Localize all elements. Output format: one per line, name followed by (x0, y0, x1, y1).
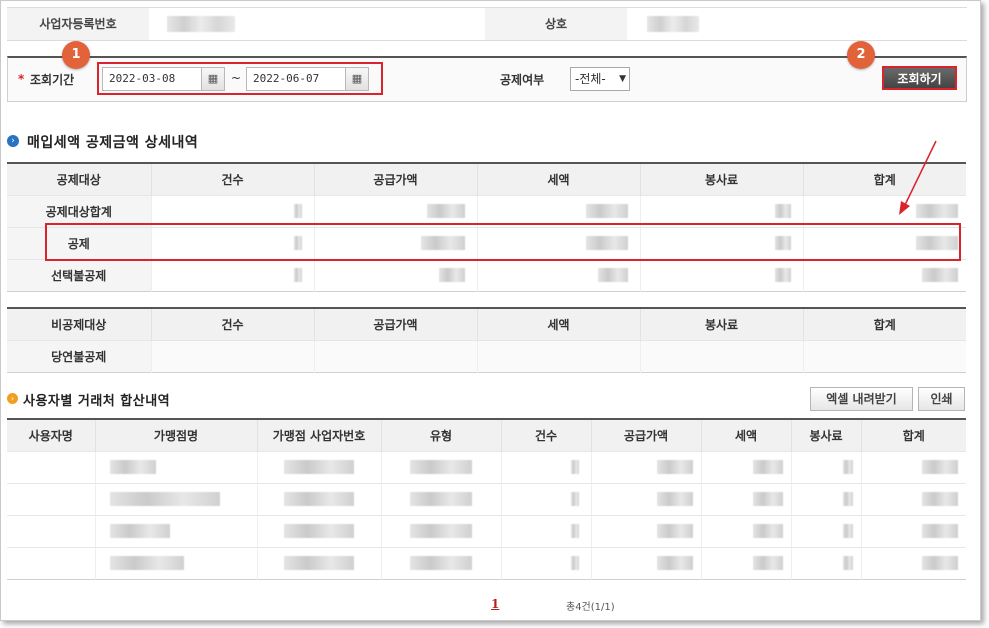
row-label: 당연불공제 (7, 339, 151, 372)
table-row (7, 546, 966, 579)
annotation-arrow (899, 140, 937, 215)
col-header: 세액 (476, 163, 640, 195)
arrow-right-icon: › (7, 393, 18, 404)
row-label: 선택불공제 (7, 258, 151, 291)
biz-no-value (167, 16, 235, 32)
col-header: 비공제대상 (7, 308, 151, 340)
col-header: 건수 (150, 163, 314, 195)
excel-download-button[interactable]: 엑셀 내려받기 (810, 387, 913, 411)
col-header: 가맹점명 (94, 419, 257, 451)
section3-title: 사용자별 거래처 합산내역 (23, 394, 171, 409)
table-row (7, 482, 966, 515)
col-header: 건수 (500, 419, 591, 451)
col-header: 건수 (150, 308, 314, 340)
biz-no-label: 사업자등록번호 (7, 8, 149, 40)
table-row: 당연불공제 (7, 339, 966, 372)
chevron-down-icon: ▼ (619, 74, 626, 84)
deduct-select[interactable]: -전체- ▼ (570, 67, 630, 91)
print-button[interactable]: 인쇄 (918, 387, 965, 411)
user-merchant-table: 사용자명 가맹점명 가맹점 사업자번호 유형 건수 공급가액 세액 봉사료 합계 (7, 418, 966, 580)
company-label: 상호 (485, 8, 627, 40)
col-header: 합계 (860, 419, 966, 451)
col-header: 봉사료 (639, 308, 803, 340)
col-header: 사용자명 (7, 419, 95, 451)
deduct-label: 공제여부 (500, 73, 545, 87)
col-header: 가맹점 사업자번호 (256, 419, 381, 451)
col-header: 합계 (802, 308, 966, 340)
window-frame: 사업자등록번호 상호 * 조회기간 2022-03-08 ▦ ~ 2022-06… (0, 0, 981, 621)
deduct-select-value: -전체- (575, 72, 606, 86)
section1-title: 매입세액 공제금액 상세내역 (27, 135, 199, 151)
col-header: 세액 (476, 308, 640, 340)
col-header: 공급가액 (313, 308, 477, 340)
annotation-badge-2: 2 (847, 41, 875, 69)
arrow-right-icon: › (7, 135, 19, 147)
col-header: 합계 (802, 163, 966, 195)
table-row (7, 514, 966, 547)
non-deduction-header-row: 비공제대상 건수 공급가액 세액 봉사료 합계 (7, 308, 966, 340)
annotation-badge-1: 1 (62, 41, 90, 69)
col-header: 유형 (380, 419, 501, 451)
date-range-highlight (97, 62, 383, 95)
non-deduction-table: 비공제대상 건수 공급가액 세액 봉사료 합계 당연불공제 (7, 307, 966, 373)
table-row (7, 450, 966, 483)
query-button[interactable]: 조회하기 (882, 66, 957, 90)
deduction-row-highlight (45, 223, 961, 261)
col-header: 봉사료 (790, 419, 861, 451)
required-mark: * (18, 72, 25, 86)
company-value (647, 16, 699, 32)
col-header: 공제대상 (7, 163, 151, 195)
col-header: 공급가액 (590, 419, 701, 451)
page-link-current[interactable]: 1 (491, 597, 499, 611)
col-header: 공급가액 (313, 163, 477, 195)
col-header: 세액 (700, 419, 791, 451)
business-info-row: 사업자등록번호 상호 (7, 7, 967, 41)
period-label: 조회기간 (30, 73, 75, 87)
deduction-header-row: 공제대상 건수 공급가액 세액 봉사료 합계 (7, 163, 966, 195)
user-merchant-header-row: 사용자명 가맹점명 가맹점 사업자번호 유형 건수 공급가액 세액 봉사료 합계 (7, 419, 966, 451)
pagination-total: 총4건(1/1) (566, 602, 615, 613)
table-row: 선택불공제 (7, 258, 966, 291)
col-header: 봉사료 (639, 163, 803, 195)
